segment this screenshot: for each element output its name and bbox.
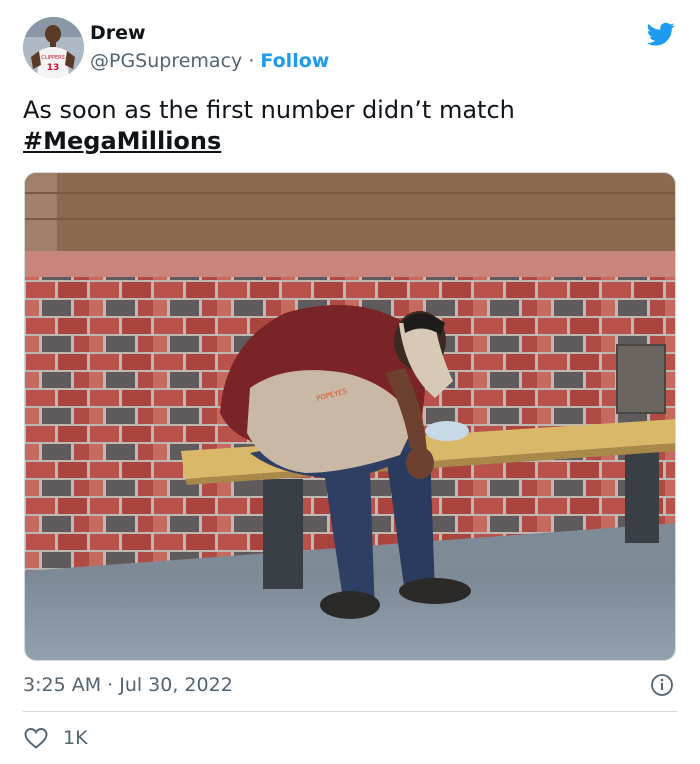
tweet-body: As soon as the first number didn’t match: [23, 96, 515, 124]
avatar-image: CLIPPERS 13: [23, 17, 84, 78]
divider: [23, 711, 677, 712]
tweet-timestamp[interactable]: 3:25 AM · Jul 30, 2022: [23, 674, 233, 696]
info-icon[interactable]: [650, 673, 674, 697]
heart-icon: [24, 728, 48, 749]
author-name[interactable]: Drew: [90, 22, 146, 44]
handle-separator: ·: [248, 50, 255, 72]
follow-button[interactable]: Follow: [260, 50, 329, 72]
like-count: 1K: [63, 727, 88, 749]
tweet-photo[interactable]: POPEYES: [24, 172, 676, 661]
hashtag-link[interactable]: #MegaMillions: [23, 127, 221, 155]
avatar-jersey-number: 13: [47, 63, 60, 73]
twitter-bird-icon[interactable]: [645, 20, 677, 48]
author-handle-line: @PGSupremacy · Follow: [90, 50, 329, 72]
photo-image: POPEYES: [25, 173, 675, 660]
avatar-jersey-text: CLIPPERS: [41, 55, 65, 61]
tweet-text: As soon as the first number didn’t match…: [23, 95, 673, 157]
author-handle[interactable]: @PGSupremacy: [90, 50, 242, 72]
avatar[interactable]: CLIPPERS 13: [23, 17, 84, 78]
like-button[interactable]: 1K: [23, 726, 88, 750]
